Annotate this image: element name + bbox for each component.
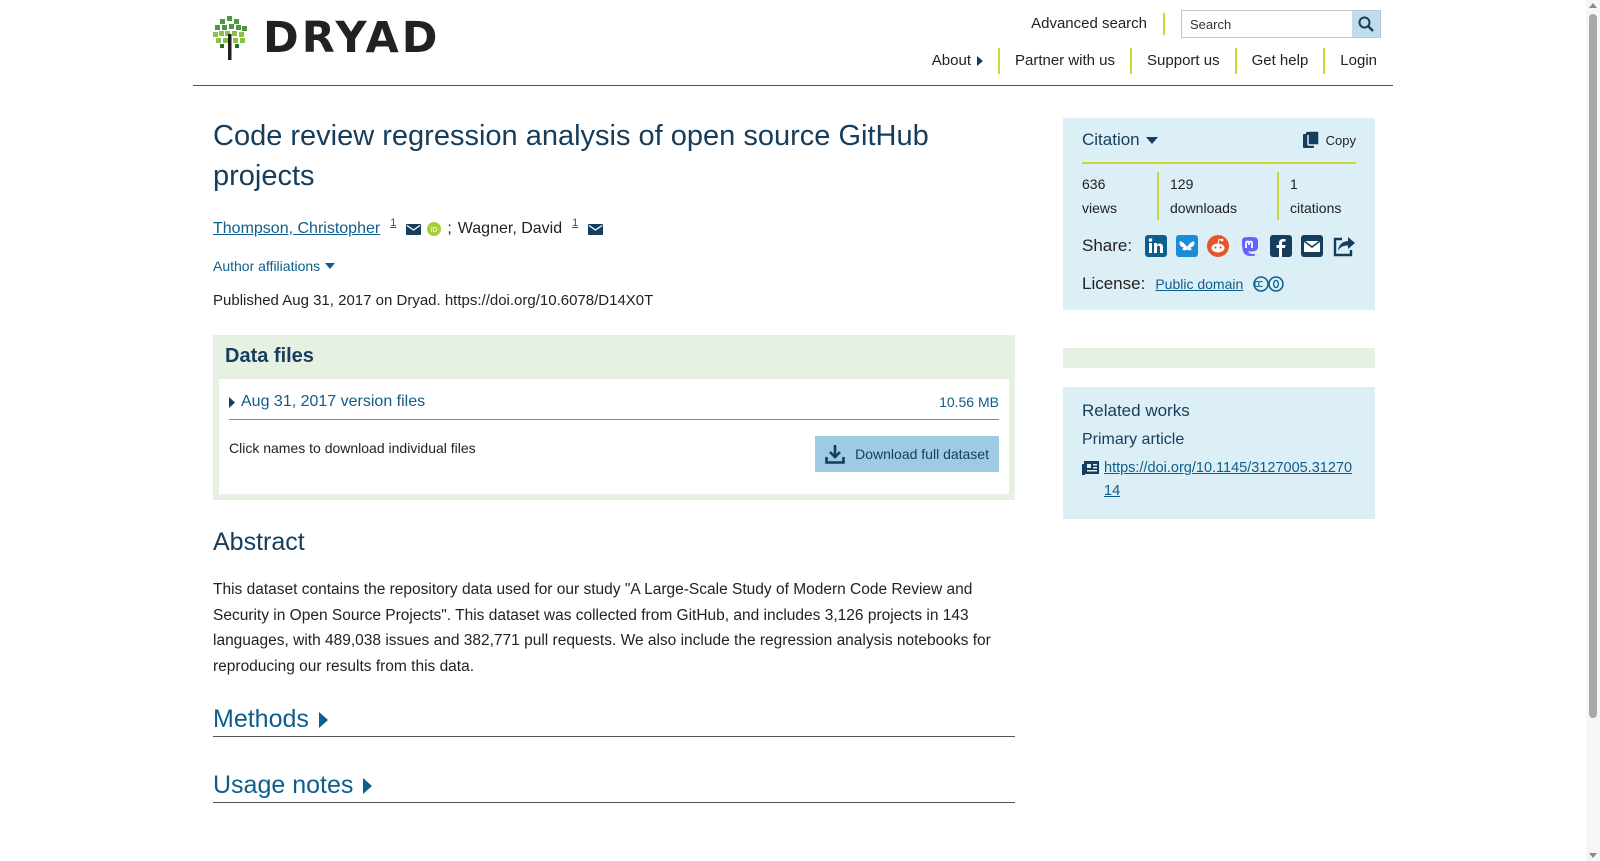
affiliation-marker[interactable]: 1 (572, 217, 578, 229)
version-title: Aug 31, 2017 version files (241, 393, 426, 410)
download-full-dataset-button[interactable]: Download full dataset (815, 436, 999, 472)
email-icon[interactable] (406, 223, 422, 235)
caret-down-icon (325, 263, 336, 269)
metric-citations: 1 citations (1277, 172, 1352, 220)
data-files-panel: Data files Aug 31, 2017 version files 10… (213, 335, 1015, 500)
email-icon[interactable] (1301, 234, 1324, 258)
affiliation-marker[interactable]: 1 (390, 217, 396, 229)
sidebar-spacer-panel (1063, 348, 1375, 368)
data-files-body: Aug 31, 2017 version files 10.56 MB Clic… (219, 379, 1009, 494)
metric-label: views (1082, 200, 1118, 216)
caret-right-icon (318, 711, 328, 728)
author-separator: ; (447, 220, 452, 237)
scroll-up-arrow[interactable] (1589, 3, 1597, 8)
usage-notes-heading: Usage notes (213, 771, 354, 799)
search-icon (1358, 16, 1374, 32)
mastodon-icon[interactable] (1238, 234, 1261, 258)
nav-login[interactable]: Login (1325, 48, 1377, 74)
metric-label: downloads (1170, 200, 1237, 216)
nav-partner[interactable]: Partner with us (1000, 48, 1133, 74)
copy-citation-button[interactable]: Copy (1302, 131, 1356, 149)
author-name: Wagner, David (457, 220, 563, 237)
version-size: 10.56 MB (939, 394, 999, 410)
metric-value: 1 (1290, 176, 1298, 192)
facebook-icon[interactable] (1269, 234, 1292, 258)
download-label: Download full dataset (855, 446, 989, 462)
article-icon (1082, 461, 1099, 475)
nav-about-label: About (931, 52, 971, 69)
related-works-heading: Related works (1082, 401, 1190, 420)
version-row: Aug 31, 2017 version files 10.56 MB (229, 393, 999, 420)
main-content: Code review regression analysis of open … (213, 116, 1015, 803)
search-input[interactable] (1182, 11, 1352, 37)
license-label: License: (1082, 274, 1146, 293)
nav-help[interactable]: Get help (1237, 48, 1326, 74)
metric-views: 636 views (1082, 172, 1157, 220)
nav-about[interactable]: About (917, 48, 1000, 74)
abstract-text: This dataset contains the repository dat… (213, 581, 991, 675)
scroll-down-arrow[interactable] (1589, 853, 1597, 858)
share-icon[interactable] (1332, 234, 1356, 258)
license-row: License: Public domain (1082, 274, 1356, 294)
related-works-panel: Related works Primary article https://do… (1063, 387, 1375, 519)
author-list: Thompson, Christopher 1 iD ; Wagner, Dav… (213, 217, 1015, 238)
dryad-logo[interactable]: DRYAD (213, 16, 440, 60)
site-header: DRYAD Advanced search About Partner with… (193, 0, 1393, 86)
logo-text: DRYAD (263, 12, 441, 63)
author-affiliations-label: Author affiliations (213, 258, 321, 274)
caret-right-icon (976, 56, 983, 66)
abstract-heading: Abstract (213, 528, 305, 556)
advanced-search-link[interactable]: Advanced search (1031, 13, 1165, 35)
share-row: Share: (1082, 234, 1356, 258)
scroll-thumb[interactable] (1589, 14, 1597, 718)
download-hint: Click names to download individual files (229, 440, 476, 456)
download-icon (825, 445, 845, 464)
methods-toggle[interactable]: Methods (213, 705, 1015, 737)
metric-label: citations (1290, 200, 1342, 216)
license-link[interactable]: Public domain (1155, 276, 1243, 292)
usage-notes-toggle[interactable]: Usage notes (213, 771, 1015, 803)
citation-panel: Citation Copy 636 views 129 downloads 1 … (1063, 118, 1375, 310)
metric-value: 129 (1170, 176, 1194, 192)
main-nav: About Partner with us Support us Get hel… (917, 48, 1377, 74)
utility-bar: Advanced search (1031, 10, 1381, 38)
author-link[interactable]: Thompson, Christopher (213, 220, 380, 238)
published-info: Published Aug 31, 2017 on Dryad. https:/… (213, 292, 654, 309)
citation-header: Citation Copy (1082, 130, 1356, 164)
bluesky-icon[interactable] (1175, 234, 1199, 258)
orcid-icon[interactable]: iD (427, 222, 442, 236)
linkedin-icon[interactable] (1144, 234, 1167, 258)
citation-heading: Citation (1082, 130, 1140, 149)
version-toggle[interactable]: Aug 31, 2017 version files (229, 393, 425, 411)
methods-heading: Methods (213, 705, 309, 733)
primary-article-link[interactable]: https://doi.org/10.1145/3127005.3127014 (1104, 457, 1356, 503)
citation-toggle[interactable]: Citation (1082, 130, 1158, 150)
svg-text:iD: iD (431, 226, 438, 234)
reddit-icon[interactable] (1207, 234, 1230, 258)
page-scrollbar[interactable] (1586, 0, 1600, 861)
metric-downloads: 129 downloads (1157, 172, 1277, 220)
metric-value: 636 (1082, 176, 1106, 192)
author-affiliations-toggle[interactable]: Author affiliations (213, 258, 1015, 274)
primary-article-heading: Primary article (1082, 431, 1185, 448)
copy-icon (1302, 131, 1320, 148)
copy-label: Copy (1325, 132, 1356, 148)
data-files-heading: Data files (225, 345, 314, 367)
share-label: Share: (1082, 236, 1133, 255)
caret-right-icon (363, 777, 373, 794)
tree-logo-icon (213, 16, 247, 60)
related-link-row: https://doi.org/10.1145/3127005.3127014 (1082, 457, 1356, 503)
download-row: Click names to download individual files… (229, 436, 999, 472)
metrics-row: 636 views 129 downloads 1 citations (1082, 172, 1356, 220)
nav-support[interactable]: Support us (1132, 48, 1237, 74)
page-title: Code review regression analysis of open … (213, 120, 929, 192)
search-button[interactable] (1352, 11, 1380, 37)
caret-down-icon (1145, 136, 1158, 144)
email-icon[interactable] (588, 223, 604, 235)
caret-right-icon (229, 396, 235, 408)
search-box (1181, 10, 1381, 38)
cc-zero-icon (1253, 276, 1285, 292)
